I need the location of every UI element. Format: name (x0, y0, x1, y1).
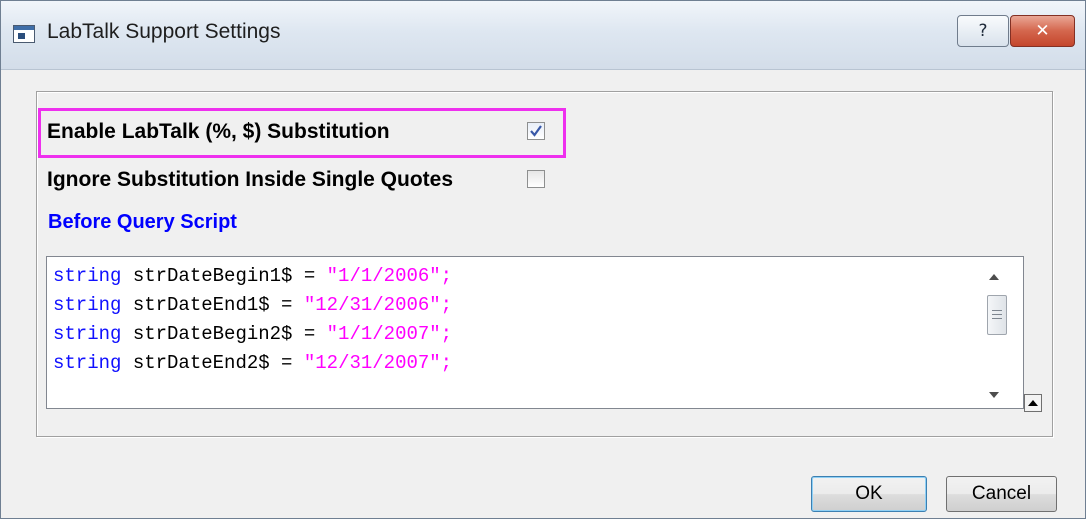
dialog-window: LabTalk Support Settings ? ✕ Enable LabT… (0, 0, 1086, 519)
code-line: string strDateBegin1$ = "1/1/2006"; (53, 265, 453, 287)
expand-up-icon (1028, 400, 1038, 406)
title-bar[interactable]: LabTalk Support Settings ? ✕ (1, 1, 1085, 70)
before-query-script-label: Before Query Script (48, 211, 237, 233)
close-icon: ✕ (1035, 21, 1050, 41)
ok-button[interactable]: OK (811, 476, 927, 512)
enable-substitution-checkbox[interactable] (527, 122, 545, 140)
help-button[interactable]: ? (957, 15, 1009, 47)
enable-substitution-label: Enable LabTalk (%, $) Substitution (47, 120, 390, 143)
app-icon (13, 25, 35, 43)
code-line: string strDateEnd1$ = "12/31/2006"; (53, 294, 453, 316)
expand-editor-button[interactable] (1024, 394, 1042, 412)
checkmark-icon (530, 125, 542, 137)
code-line: string strDateBegin2$ = "1/1/2007"; (53, 323, 453, 345)
help-icon: ? (978, 21, 988, 41)
cancel-button[interactable]: Cancel (946, 476, 1057, 512)
ignore-quotes-label: Ignore Substitution Inside Single Quotes (47, 168, 454, 191)
scroll-up-icon[interactable] (989, 274, 999, 280)
ignore-quotes-checkbox[interactable] (527, 170, 545, 188)
scroll-thumb[interactable] (987, 295, 1007, 335)
code-line: string strDateEnd2$ = "12/31/2007"; (53, 352, 453, 374)
scroll-down-icon[interactable] (989, 392, 999, 398)
window-title: LabTalk Support Settings (47, 20, 281, 43)
script-editor[interactable]: string strDateBegin1$ = "1/1/2006"; stri… (46, 256, 1024, 409)
close-button[interactable]: ✕ (1010, 15, 1075, 47)
